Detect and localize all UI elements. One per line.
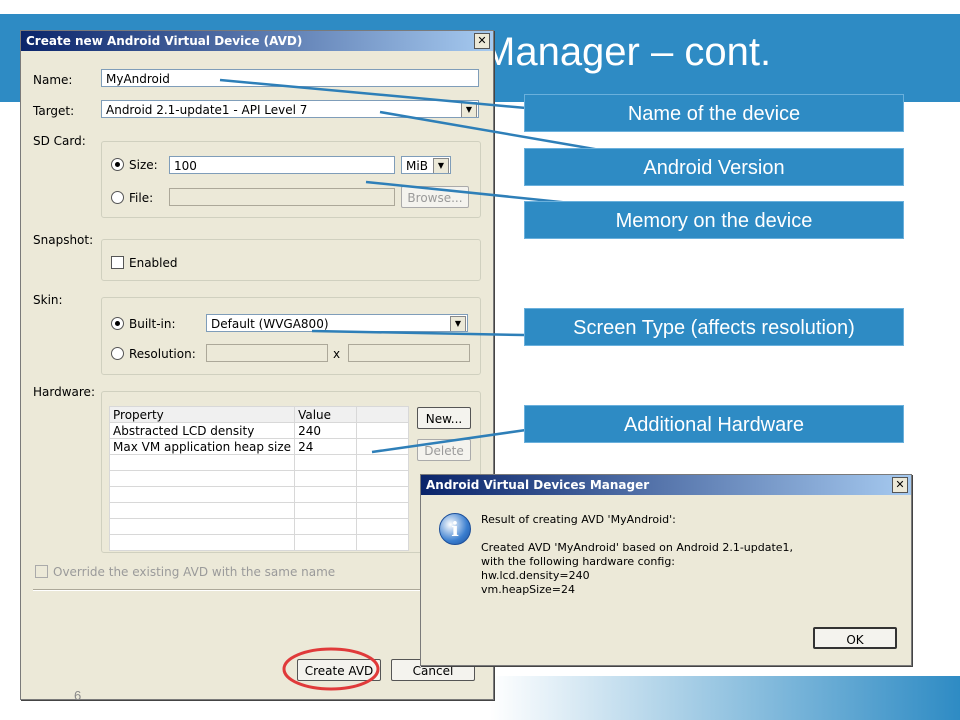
override-label: Override the existing AVD with the same … bbox=[53, 565, 336, 579]
close-icon[interactable]: ✕ bbox=[474, 33, 490, 49]
chevron-down-icon[interactable]: ▼ bbox=[450, 316, 466, 331]
table-cell bbox=[108, 486, 296, 503]
file-label: File: bbox=[129, 191, 154, 205]
table-row[interactable]: Abstracted LCD density 240 bbox=[108, 422, 409, 439]
target-value: Android 2.1-update1 - API Level 7 bbox=[106, 103, 308, 117]
column-header-property[interactable]: Property bbox=[108, 406, 296, 423]
chevron-down-icon[interactable]: ▼ bbox=[461, 102, 477, 117]
hardware-label: Hardware: bbox=[33, 385, 95, 399]
result-message-body: Created AVD 'MyAndroid' based on Android… bbox=[481, 541, 794, 596]
create-avd-title: Create new Android Virtual Device (AVD) bbox=[26, 34, 303, 48]
table-cell: Max VM application heap size bbox=[108, 438, 296, 455]
column-header-value[interactable]: Value bbox=[294, 406, 358, 423]
result-dialog: Android Virtual Devices Manager ✕ i Resu… bbox=[420, 474, 912, 666]
table-row bbox=[108, 454, 409, 471]
skin-label: Skin: bbox=[33, 293, 63, 307]
table-row bbox=[108, 502, 409, 519]
resolution-x-label: x bbox=[333, 347, 341, 361]
callout-screen-type: Screen Type (affects resolution) bbox=[524, 308, 904, 346]
new-hardware-button[interactable]: New... bbox=[417, 407, 471, 429]
name-input[interactable]: MyAndroid bbox=[101, 69, 479, 87]
table-cell bbox=[108, 470, 296, 487]
builtin-skin-value: Default (WVGA800) bbox=[211, 317, 329, 331]
table-cell bbox=[294, 486, 358, 503]
table-cell bbox=[356, 454, 409, 471]
table-cell bbox=[356, 470, 409, 487]
chevron-down-icon[interactable]: ▼ bbox=[433, 158, 449, 173]
table-cell bbox=[356, 518, 409, 535]
callout-additional-hardware: Additional Hardware bbox=[524, 405, 904, 443]
snapshot-label: Snapshot: bbox=[33, 233, 94, 247]
close-icon[interactable]: ✕ bbox=[892, 477, 908, 493]
slide-title: Manager – cont. bbox=[482, 30, 772, 74]
browse-button[interactable]: Browse... bbox=[401, 186, 469, 208]
size-radio[interactable] bbox=[111, 158, 124, 171]
table-cell bbox=[294, 502, 358, 519]
size-input[interactable]: 100 bbox=[169, 156, 395, 174]
builtin-label: Built-in: bbox=[129, 317, 176, 331]
create-avd-titlebar: Create new Android Virtual Device (AVD) … bbox=[21, 31, 493, 51]
result-message-heading: Result of creating AVD 'MyAndroid': bbox=[481, 513, 676, 526]
table-cell bbox=[294, 534, 358, 551]
table-cell: Abstracted LCD density bbox=[108, 422, 296, 439]
hardware-table: Property Value Abstracted LCD density 24… bbox=[108, 406, 409, 551]
result-titlebar: Android Virtual Devices Manager ✕ bbox=[421, 475, 911, 495]
file-input[interactable] bbox=[169, 188, 395, 206]
target-label: Target: bbox=[33, 104, 75, 118]
target-select[interactable]: Android 2.1-update1 - API Level 7 ▼ bbox=[101, 100, 479, 118]
skin-group bbox=[101, 297, 481, 375]
slide-footer-band bbox=[490, 676, 960, 720]
table-row bbox=[108, 534, 409, 551]
table-cell bbox=[108, 454, 296, 471]
table-cell bbox=[108, 502, 296, 519]
table-row bbox=[108, 470, 409, 487]
resolution-height-input[interactable] bbox=[348, 344, 470, 362]
override-checkbox[interactable] bbox=[35, 565, 48, 578]
size-unit-value: MiB bbox=[406, 159, 428, 173]
file-radio[interactable] bbox=[111, 191, 124, 204]
table-row bbox=[108, 486, 409, 503]
info-icon: i bbox=[439, 513, 471, 545]
table-cell bbox=[356, 438, 409, 455]
table-cell bbox=[294, 518, 358, 535]
page-number: 6 bbox=[74, 688, 82, 703]
ok-button[interactable]: OK bbox=[813, 627, 897, 649]
size-unit-select[interactable]: MiB ▼ bbox=[401, 156, 451, 174]
callout-name-of-device: Name of the device bbox=[524, 94, 904, 132]
table-cell bbox=[108, 518, 296, 535]
name-label: Name: bbox=[33, 73, 73, 87]
column-header-empty bbox=[356, 406, 409, 423]
delete-hardware-button[interactable]: Delete bbox=[417, 439, 471, 461]
table-row[interactable]: Max VM application heap size 24 bbox=[108, 438, 409, 455]
table-cell bbox=[356, 502, 409, 519]
table-cell bbox=[356, 422, 409, 439]
table-cell: 240 bbox=[294, 422, 358, 439]
resolution-label: Resolution: bbox=[129, 347, 196, 361]
callout-android-version: Android Version bbox=[524, 148, 904, 186]
builtin-radio[interactable] bbox=[111, 317, 124, 330]
resolution-width-input[interactable] bbox=[206, 344, 328, 362]
table-cell: 24 bbox=[294, 438, 358, 455]
sdcard-label: SD Card: bbox=[33, 134, 86, 148]
result-title: Android Virtual Devices Manager bbox=[426, 478, 650, 492]
table-cell bbox=[356, 534, 409, 551]
table-row bbox=[108, 518, 409, 535]
snapshot-enabled-checkbox[interactable] bbox=[111, 256, 124, 269]
resolution-radio[interactable] bbox=[111, 347, 124, 360]
hardware-table-header: Property Value bbox=[108, 406, 409, 423]
table-cell bbox=[356, 486, 409, 503]
builtin-skin-select[interactable]: Default (WVGA800) ▼ bbox=[206, 314, 468, 332]
table-cell bbox=[108, 534, 296, 551]
snapshot-enabled-label: Enabled bbox=[129, 256, 178, 270]
table-cell bbox=[294, 454, 358, 471]
table-cell bbox=[294, 470, 358, 487]
create-avd-button[interactable]: Create AVD bbox=[297, 659, 381, 681]
callout-memory: Memory on the device bbox=[524, 201, 904, 239]
size-label: Size: bbox=[129, 158, 158, 172]
divider bbox=[33, 589, 479, 591]
